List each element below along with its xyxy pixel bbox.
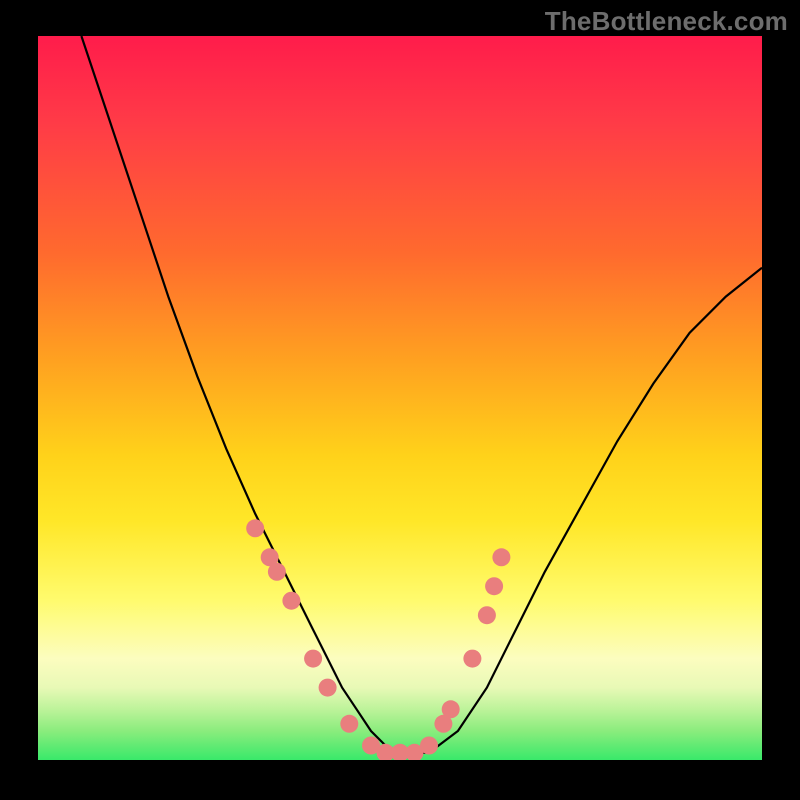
- data-marker: [282, 592, 300, 610]
- chart-frame: TheBottleneck.com: [0, 0, 800, 800]
- data-marker: [268, 563, 286, 581]
- chart-overlay-svg: [38, 36, 762, 760]
- data-marker: [420, 737, 438, 755]
- data-marker: [492, 548, 510, 566]
- data-marker: [463, 650, 481, 668]
- data-marker: [340, 715, 358, 733]
- data-marker: [485, 577, 503, 595]
- data-marker: [478, 606, 496, 624]
- curve-path: [81, 36, 762, 753]
- data-marker: [442, 700, 460, 718]
- data-marker: [304, 650, 322, 668]
- data-marker: [246, 519, 264, 537]
- data-marker: [319, 679, 337, 697]
- watermark-text: TheBottleneck.com: [545, 6, 788, 37]
- markers-group: [246, 519, 510, 760]
